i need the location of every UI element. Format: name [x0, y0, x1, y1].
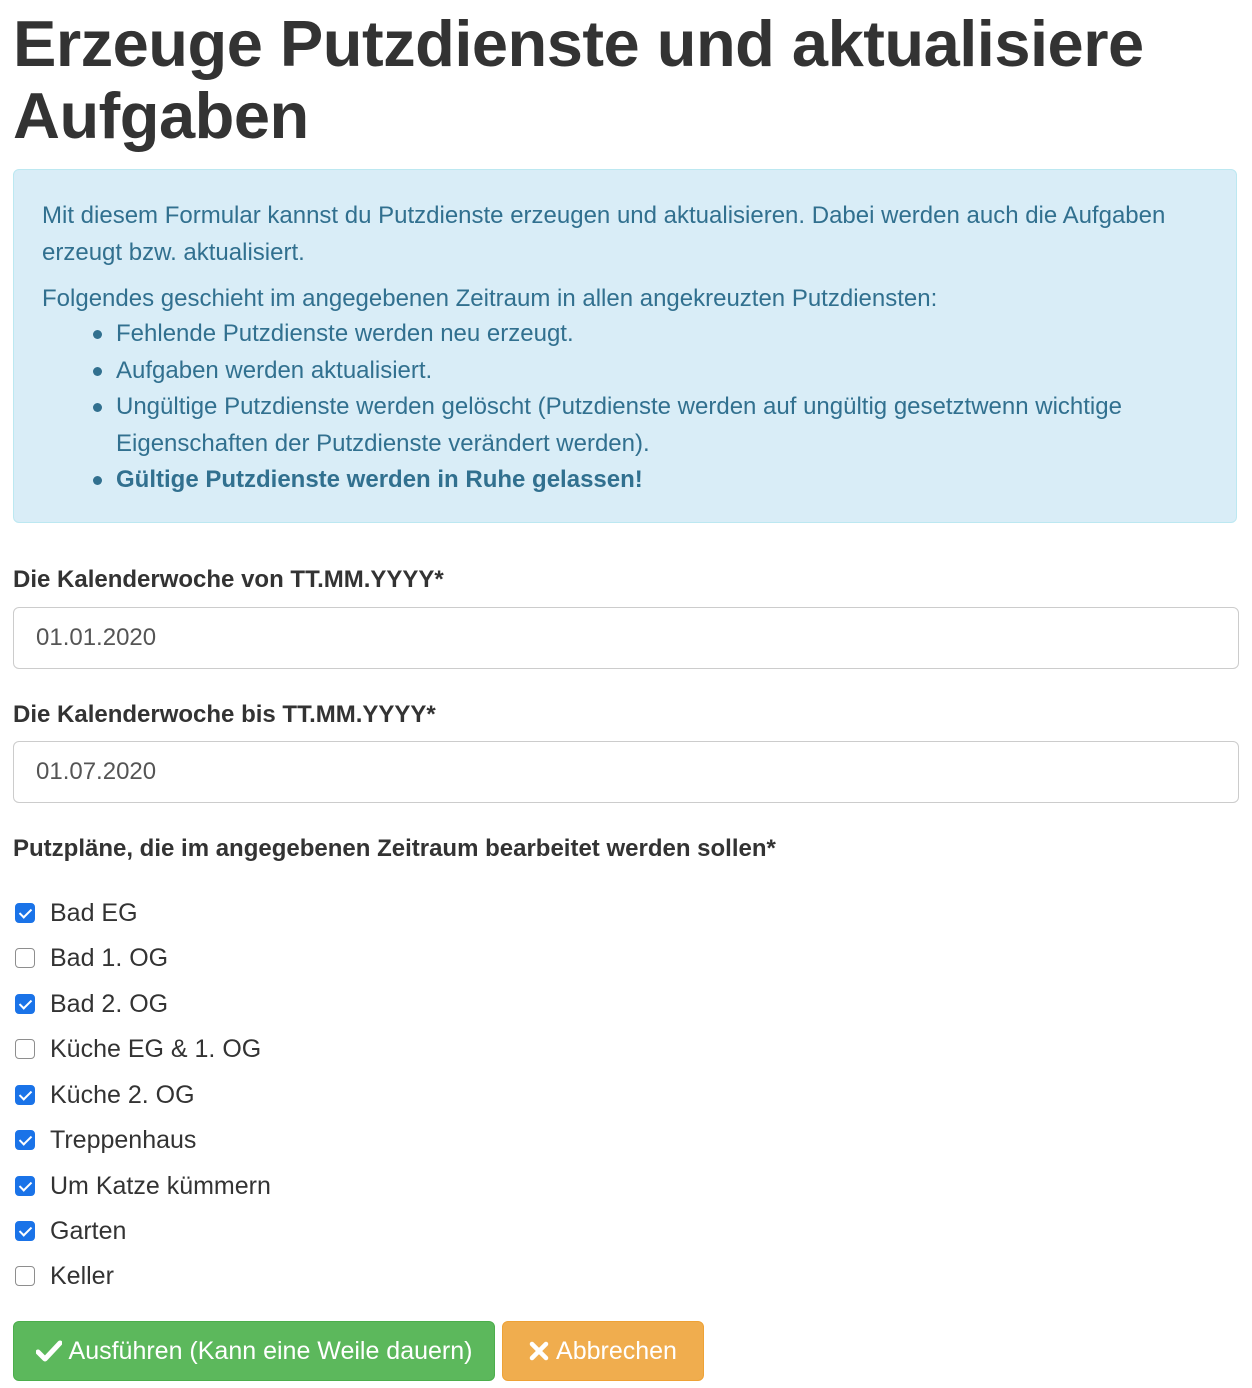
from-date-label: Die Kalenderwoche von TT.MM.YYYY*: [13, 566, 444, 593]
info-box: Mit diesem Formular kannst du Putzdienst…: [13, 169, 1237, 523]
plan-label: Küche 2. OG: [50, 1080, 195, 1109]
from-date-input[interactable]: [13, 607, 1239, 669]
plan-label: Keller: [50, 1261, 114, 1290]
plan-label: Bad 1. OG: [50, 943, 169, 972]
info-list-item: Fehlende Putzdienste werden neu erzeugt.: [86, 316, 1216, 353]
plan-checkbox[interactable]: [15, 994, 35, 1014]
plan-option[interactable]: Bad 2. OG: [15, 987, 168, 1021]
page-title: Erzeuge Putzdienste und aktualisiere Auf…: [13, 7, 1144, 152]
check-icon: [35, 1340, 62, 1362]
plan-checkbox[interactable]: [15, 1085, 35, 1105]
run-button-label: Ausführen (Kann eine Weile dauern): [68, 1336, 473, 1365]
plan-label: Bad 2. OG: [50, 989, 169, 1018]
plan-checkbox[interactable]: [15, 1176, 35, 1196]
cancel-button-label: Abbrechen: [556, 1336, 677, 1365]
info-lead: Folgendes geschieht im angegebenen Zeitr…: [42, 285, 938, 312]
plan-option[interactable]: Bad 1. OG: [15, 941, 168, 975]
info-list-item: Ungültige Putzdienste werden gelöscht (P…: [86, 389, 1216, 462]
plan-checkbox[interactable]: [15, 1221, 35, 1241]
info-intro: Mit diesem Formular kannst du Putzdienst…: [42, 202, 1166, 266]
plan-option[interactable]: Keller: [15, 1259, 114, 1293]
plan-label: Bad EG: [50, 898, 138, 927]
to-date-label: Die Kalenderwoche bis TT.MM.YYYY*: [13, 701, 436, 728]
plan-checkbox[interactable]: [15, 948, 35, 968]
plan-option[interactable]: Küche 2. OG: [15, 1078, 195, 1112]
plan-option[interactable]: Bad EG: [15, 896, 138, 930]
page: Erzeuge Putzdienste und aktualisiere Auf…: [0, 0, 1252, 1388]
info-list-item: Gültige Putzdienste werden in Ruhe gelas…: [86, 462, 1216, 499]
plan-label: Küche EG & 1. OG: [50, 1034, 262, 1063]
cancel-button[interactable]: Abbrechen: [502, 1321, 704, 1381]
info-list: Fehlende Putzdienste werden neu erzeugt.…: [86, 316, 1216, 499]
plan-option[interactable]: Um Katze kümmern: [15, 1169, 271, 1203]
close-icon: [529, 1341, 549, 1361]
plan-checkbox[interactable]: [15, 1039, 35, 1059]
plan-option[interactable]: Küche EG & 1. OG: [15, 1032, 261, 1066]
plan-option[interactable]: Garten: [15, 1214, 126, 1248]
plans-label: Putzpläne, die im angegebenen Zeitraum b…: [13, 835, 776, 862]
plan-label: Garten: [50, 1216, 127, 1245]
plan-label: Um Katze kümmern: [50, 1171, 271, 1200]
plan-checkbox[interactable]: [15, 1130, 35, 1150]
run-button[interactable]: Ausführen (Kann eine Weile dauern): [13, 1321, 495, 1381]
plan-option[interactable]: Treppenhaus: [15, 1123, 196, 1157]
info-list-item: Aufgaben werden aktualisiert.: [86, 353, 1216, 390]
plan-label: Treppenhaus: [50, 1125, 197, 1154]
to-date-input[interactable]: [13, 741, 1239, 803]
plan-checkbox[interactable]: [15, 903, 35, 923]
plan-checkbox[interactable]: [15, 1266, 35, 1286]
